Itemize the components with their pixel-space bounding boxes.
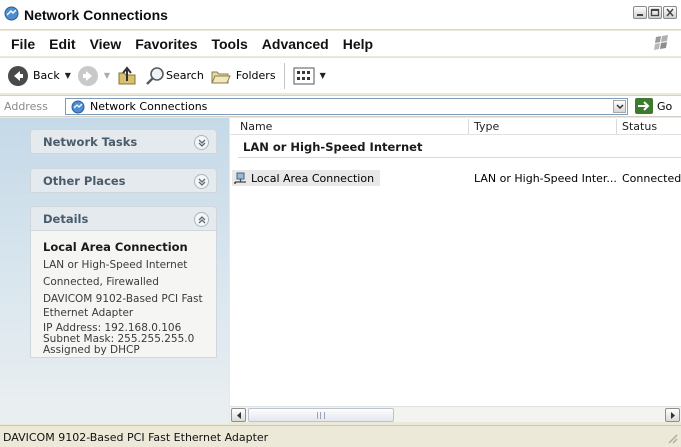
address-label: Address (4, 100, 48, 113)
go-button[interactable]: Go (635, 98, 672, 114)
menu-file[interactable]: File (4, 36, 42, 52)
minimize-icon (637, 14, 643, 16)
network-connections-window: Network Connections File Edit View Favor… (0, 0, 681, 447)
collapse-chevron-icon[interactable] (194, 212, 209, 227)
network-connections-icon (71, 100, 85, 114)
menu-edit[interactable]: Edit (42, 36, 82, 52)
other-places-title: Other Places (43, 173, 126, 188)
back-button[interactable]: Back ▼ (4, 61, 74, 91)
details-title-header: Details (43, 211, 89, 226)
address-bar: Address Network Connections Go (0, 95, 681, 117)
address-value: Network Connections (90, 100, 208, 113)
details-header[interactable]: Details (30, 206, 217, 231)
other-places-group: Other Places (30, 168, 217, 193)
forward-dropdown-icon[interactable]: ▼ (104, 71, 110, 80)
file-list[interactable]: Name Type Status LAN or High-Speed Inter… (230, 118, 681, 406)
resize-grip-icon[interactable] (666, 432, 678, 444)
network-connections-icon (4, 6, 19, 21)
up-folder-button[interactable] (113, 61, 141, 91)
column-divider[interactable] (616, 119, 617, 134)
chevron-down-icon (616, 104, 624, 110)
menu-tools[interactable]: Tools (204, 36, 254, 52)
details-line: DAVICOM 9102-Based PCI Fast Ethernet Ada… (43, 293, 203, 319)
column-header-type[interactable]: Type (474, 120, 499, 133)
menu-advanced[interactable]: Advanced (255, 36, 336, 52)
network-tasks-group: Network Tasks (30, 129, 217, 154)
search-button[interactable]: Search (141, 61, 207, 91)
close-button[interactable] (663, 6, 677, 19)
list-item-type: LAN or High-Speed Inter... (474, 172, 617, 185)
search-icon (146, 66, 164, 85)
details-line: LAN or High-Speed Internet (43, 259, 188, 271)
status-text: DAVICOM 9102-Based PCI Fast Ethernet Ada… (3, 431, 269, 444)
maximize-icon (650, 8, 660, 17)
back-label: Back (33, 69, 60, 82)
column-divider[interactable] (468, 119, 469, 134)
details-group: Details Local Area Connection LAN or Hig… (30, 206, 217, 358)
status-bar: DAVICOM 9102-Based PCI Fast Ethernet Ada… (0, 425, 681, 447)
menu-favorites[interactable]: Favorites (128, 36, 204, 52)
menu-view[interactable]: View (83, 36, 129, 52)
scroll-left-button[interactable] (231, 408, 246, 422)
column-header-name[interactable]: Name (240, 120, 272, 133)
minimize-button[interactable] (633, 6, 647, 19)
menu-help[interactable]: Help (336, 36, 380, 52)
details-line: Assigned by DHCP (43, 344, 140, 356)
scroll-grip-icon (317, 412, 325, 419)
forward-arrow-icon (77, 65, 98, 86)
search-label: Search (166, 69, 204, 82)
column-headers: Name Type Status (230, 118, 681, 135)
details-connection-name: Local Area Connection (43, 240, 188, 254)
scroll-right-button[interactable] (665, 408, 680, 422)
expand-chevron-icon[interactable] (194, 174, 209, 189)
column-header-status[interactable]: Status (622, 120, 657, 133)
list-item-name[interactable]: Local Area Connection (232, 170, 381, 186)
horizontal-scrollbar[interactable] (230, 406, 681, 422)
close-icon (666, 8, 674, 17)
menu-bar: File Edit View Favorites Tools Advanced … (0, 31, 681, 56)
task-pane: Network Tasks Other Places Details Local… (0, 118, 229, 408)
details-line: Connected, Firewalled (43, 276, 159, 288)
list-item[interactable]: Local Area Connection LAN or High-Speed … (230, 170, 681, 186)
folders-icon (211, 71, 231, 83)
folders-button[interactable]: Folders (207, 61, 279, 91)
list-group-label: LAN or High-Speed Internet (243, 140, 423, 154)
maximize-button[interactable] (648, 6, 662, 19)
folders-label: Folders (235, 69, 276, 82)
windows-logo-icon (654, 35, 668, 50)
lan-connection-icon (234, 172, 246, 184)
address-input[interactable]: Network Connections (65, 98, 628, 115)
back-arrow-icon (8, 65, 28, 86)
window-title: Network Connections (24, 7, 168, 23)
go-arrow-icon (635, 98, 653, 114)
list-item-status: Connected (622, 172, 681, 185)
standard-toolbar: Back ▼ ▼ Search Folders ▼ (0, 57, 681, 93)
address-dropdown-button[interactable] (613, 100, 626, 113)
list-item-name-text: Local Area Connection (251, 171, 375, 185)
go-label: Go (657, 99, 673, 113)
toolbar-separator (283, 62, 285, 89)
network-tasks-title: Network Tasks (43, 134, 138, 149)
title-bar[interactable]: Network Connections (0, 0, 681, 30)
forward-button[interactable]: ▼ (74, 61, 113, 91)
expand-chevron-icon[interactable] (194, 135, 209, 150)
back-dropdown-icon[interactable]: ▼ (65, 71, 71, 80)
details-body: Local Area Connection LAN or High-Speed … (30, 231, 217, 358)
group-divider (238, 157, 681, 158)
other-places-header[interactable]: Other Places (30, 168, 217, 193)
chevron-right-icon (671, 412, 675, 419)
views-button[interactable]: ▼ (290, 61, 329, 91)
up-folder-icon (118, 65, 136, 84)
task-pane-bottom (0, 408, 229, 424)
views-icon (293, 67, 315, 84)
network-tasks-header[interactable]: Network Tasks (30, 129, 217, 154)
scroll-thumb[interactable] (248, 408, 394, 422)
chevron-left-icon (237, 412, 241, 419)
window-controls (633, 6, 677, 19)
views-dropdown-icon[interactable]: ▼ (320, 71, 326, 80)
